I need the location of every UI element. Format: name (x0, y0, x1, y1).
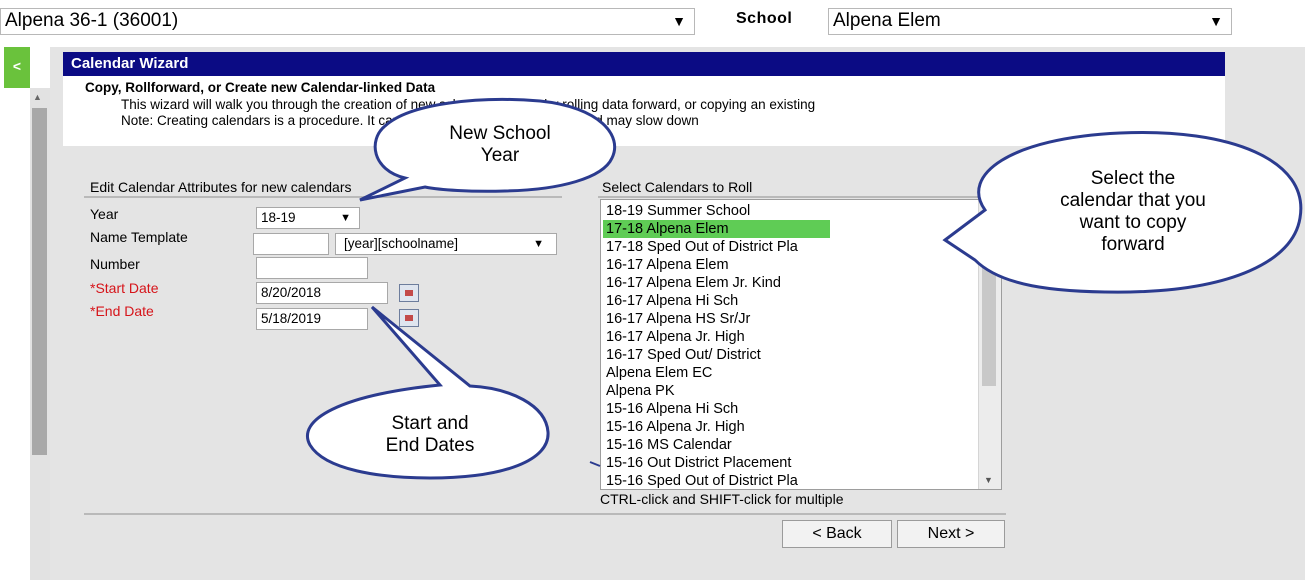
callout-tail-mark (589, 461, 601, 467)
callout-annotations (306, 98, 1303, 480)
select-callout-line-3: want to copy (1079, 212, 1187, 233)
year-callout-line-2: Year (480, 145, 520, 166)
year-callout-line-1: New School (449, 123, 551, 144)
dates-callout-text: Start and End Dates (330, 413, 530, 457)
select-callout-line-2: calendar that you (1060, 190, 1206, 211)
dates-callout-line-1: Start and (391, 413, 469, 434)
year-callout-text: New School Year (405, 123, 595, 167)
select-callout-text: Select the calendar that you want to cop… (1003, 168, 1263, 256)
dates-callout-line-2: End Dates (385, 435, 475, 456)
select-callout-line-4: forward (1101, 234, 1165, 255)
select-callout-line-1: Select the (1090, 168, 1176, 189)
